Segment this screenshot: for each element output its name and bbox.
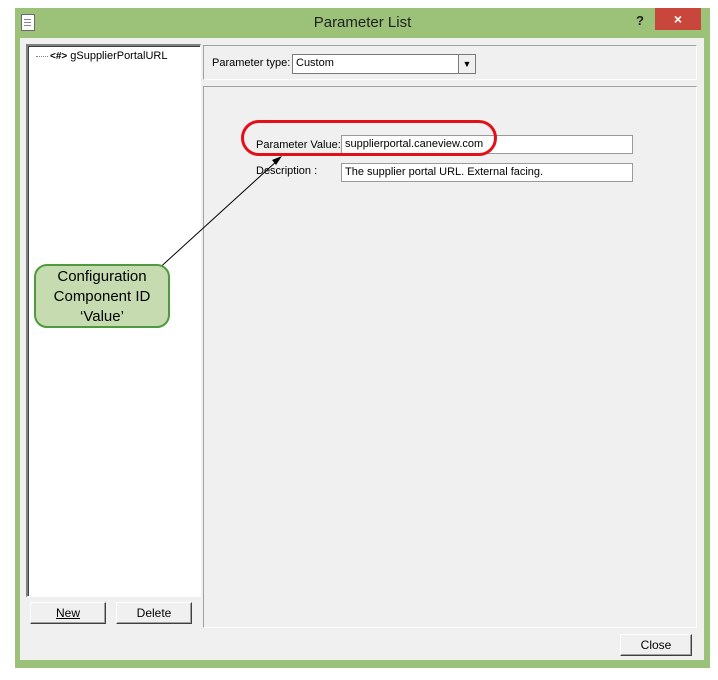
- annotation-leader-line: [154, 156, 282, 273]
- parameter-value-highlight: [241, 120, 497, 156]
- leader-line: [154, 159, 279, 273]
- callout-line-2: Component ID: [53, 288, 151, 305]
- callout-line-3: ‘Value’: [80, 308, 124, 325]
- callout-line-1: Configuration: [57, 268, 147, 285]
- annotation-callout: Configuration Component ID ‘Value’: [34, 264, 170, 328]
